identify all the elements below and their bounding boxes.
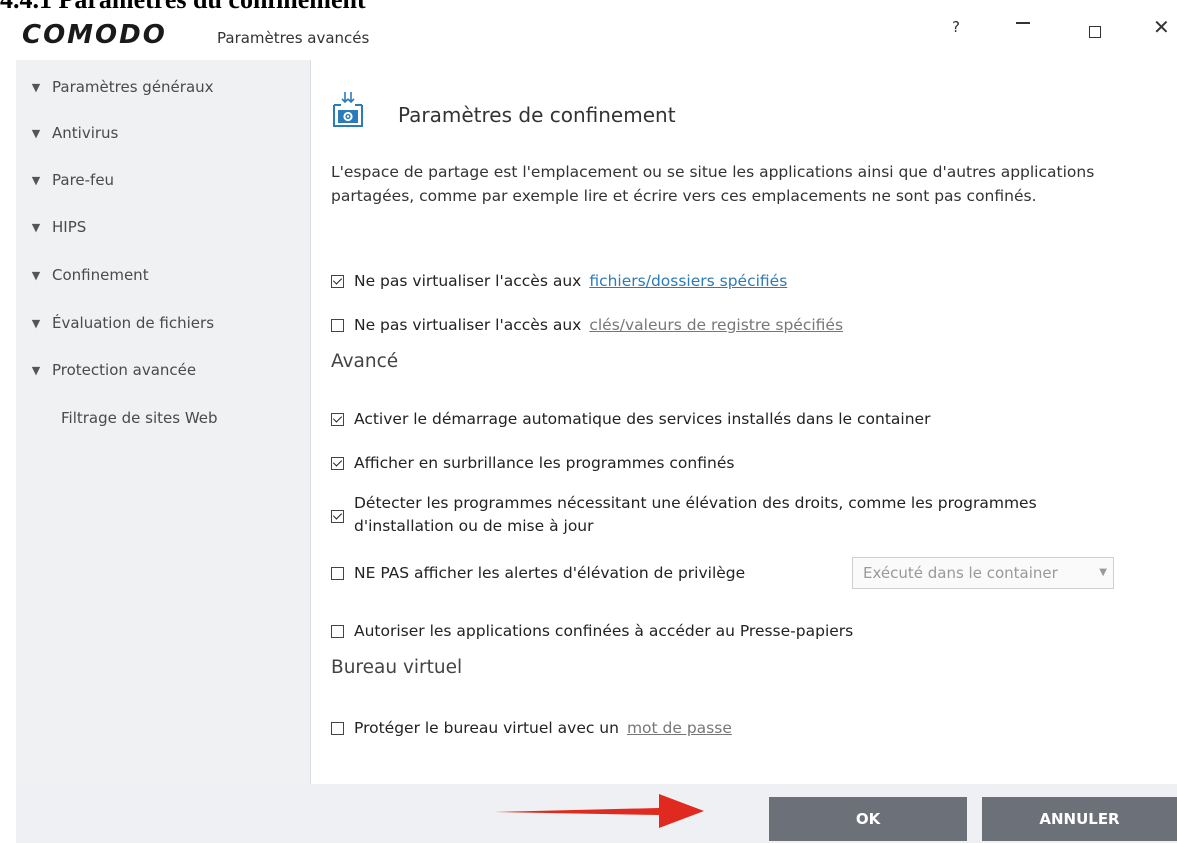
sidebar-item-label: Paramètres généraux (52, 78, 214, 96)
no-virtualize-files-checkbox[interactable] (331, 275, 344, 288)
option-label: NE PAS afficher les alertes d'élévation … (354, 564, 746, 582)
red-arrow-icon (494, 794, 704, 828)
sidebar-item-advanced-protection[interactable]: ▼ Protection avancée (16, 357, 310, 383)
sidebar: ▼ Paramètres généraux ▼ Antivirus ▼ Pare… (16, 60, 311, 784)
document-heading: 4.4.1 Paramètres du confinement (0, 0, 480, 12)
sidebar-item-containment[interactable]: ▼ Confinement (16, 262, 310, 288)
sidebar-item-label: Protection avancée (52, 361, 197, 379)
chevron-down-icon: ▼ (31, 363, 41, 377)
option-autostart-services: Activer le démarrage automatique des ser… (331, 410, 930, 428)
protect-virtual-desktop-checkbox[interactable] (331, 722, 344, 735)
specified-registry-link[interactable]: clés/valeurs de registre spécifiés (589, 316, 843, 334)
clipboard-access-checkbox[interactable] (331, 625, 344, 638)
specified-files-link[interactable]: fichiers/dossiers spécifiés (589, 272, 787, 290)
page-title: Paramètres de confinement (398, 103, 676, 127)
sidebar-item-website-filtering[interactable]: Filtrage de sites Web (16, 405, 310, 431)
option-label: Protéger le bureau virtuel avec un (354, 719, 619, 737)
sidebar-item-hips[interactable]: ▼ HIPS (16, 214, 310, 240)
option-protect-virtual-desktop: Protéger le bureau virtuel avec un mot d… (331, 719, 732, 737)
sidebar-item-firewall[interactable]: ▼ Pare-feu (16, 167, 310, 193)
highlight-programs-checkbox[interactable] (331, 457, 344, 470)
window-title: Paramètres avancés (217, 29, 370, 47)
password-link[interactable]: mot de passe (627, 719, 732, 737)
sidebar-item-label: Confinement (52, 266, 149, 284)
description-text: L'espace de partage est l'emplacement ou… (331, 163, 1095, 205)
close-button[interactable]: ✕ (1153, 15, 1170, 39)
option-clipboard-access: Autoriser les applications confinées à a… (331, 622, 853, 640)
dropdown-selected-value: Exécuté dans le container (863, 564, 1058, 582)
sidebar-item-file-rating[interactable]: ▼ Évaluation de fichiers (16, 310, 310, 336)
dropdown-arrow-icon: ▼ (1099, 567, 1107, 578)
chevron-down-icon: ▼ (31, 268, 41, 282)
sidebar-item-antivirus[interactable]: ▼ Antivirus (16, 120, 310, 146)
settings-panel: Paramètres de confinement L'espace de pa… (311, 60, 1177, 784)
help-button[interactable]: ? (952, 18, 960, 36)
container-settings-icon (333, 92, 363, 127)
maximize-button[interactable] (1089, 26, 1101, 38)
sidebar-item-label: Antivirus (52, 124, 119, 142)
no-virtualize-registry-checkbox[interactable] (331, 319, 344, 332)
option-detect-elevation: Détecter les programmes nécessitant une … (331, 492, 1131, 538)
chevron-down-icon: ▼ (31, 220, 41, 234)
option-no-virtualize-registry: Ne pas virtualiser l'accès aux clés/vale… (331, 316, 843, 334)
option-label: Afficher en surbrillance les programmes … (354, 454, 735, 472)
option-label: Autoriser les applications confinées à a… (354, 622, 854, 640)
minimize-button[interactable] (1016, 22, 1030, 24)
autostart-services-checkbox[interactable] (331, 413, 344, 426)
option-no-elevation-alerts: NE PAS afficher les alertes d'élévation … (331, 564, 745, 582)
sidebar-item-label: HIPS (52, 218, 87, 236)
advanced-heading: Avancé (331, 351, 399, 372)
elevation-action-dropdown[interactable]: Exécuté dans le container ▼ (852, 557, 1114, 589)
option-label: Ne pas virtualiser l'accès aux (354, 316, 582, 334)
ok-button[interactable]: OK (769, 797, 967, 841)
cancel-button[interactable]: ANNULER (982, 797, 1177, 841)
no-elevation-alerts-checkbox[interactable] (331, 567, 344, 580)
option-no-virtualize-files: Ne pas virtualiser l'accès aux fichiers/… (331, 272, 787, 290)
title-bar: COMODO Paramètres avancés ? ✕ (16, 12, 1177, 60)
advanced-settings-window: COMODO Paramètres avancés ? ✕ ▼ Paramètr… (16, 12, 1177, 843)
sidebar-item-label: Pare-feu (52, 171, 115, 189)
comodo-logo: COMODO (22, 20, 167, 50)
option-label: Détecter les programmes nécessitant une … (354, 494, 1037, 535)
sidebar-item-general[interactable]: ▼ Paramètres généraux (16, 74, 310, 100)
option-highlight-programs: Afficher en surbrillance les programmes … (331, 454, 734, 472)
virtual-desktop-heading: Bureau virtuel (331, 657, 463, 678)
sidebar-item-label: Évaluation de fichiers (52, 314, 215, 332)
chevron-down-icon: ▼ (31, 80, 41, 94)
chevron-down-icon: ▼ (31, 316, 41, 330)
chevron-down-icon: ▼ (31, 126, 41, 140)
detect-elevation-checkbox[interactable] (331, 510, 344, 523)
option-label: Activer le démarrage automatique des ser… (354, 410, 931, 428)
sidebar-item-label: Filtrage de sites Web (61, 409, 218, 427)
option-label: Ne pas virtualiser l'accès aux (354, 272, 582, 290)
chevron-down-icon: ▼ (31, 173, 41, 187)
